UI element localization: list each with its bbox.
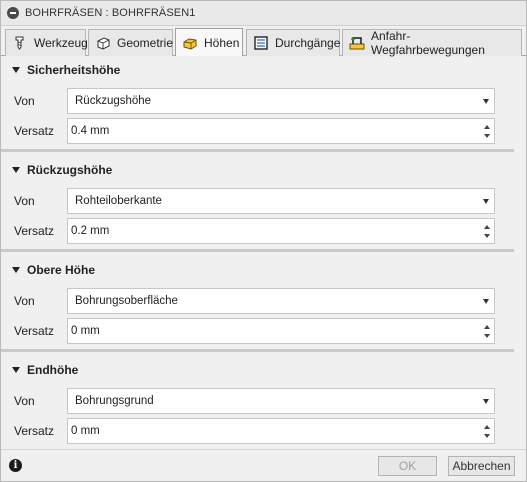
versatz-label: Versatz xyxy=(14,424,55,438)
input-value: 0.2 mm xyxy=(71,225,110,237)
tab-werkzeug[interactable]: Werkzeug xyxy=(5,29,88,56)
section-separator xyxy=(1,249,514,252)
tab-geometrie[interactable]: Geometrie xyxy=(88,29,173,56)
von-label: Von xyxy=(14,294,35,308)
endhoehe-versatz-input[interactable]: 0 mm xyxy=(67,418,495,444)
info-icon[interactable]: i xyxy=(9,459,22,472)
von-label: Von xyxy=(14,94,35,108)
tab-label: Durchgänge xyxy=(275,36,341,50)
tab-anfahr-wegfahrbewegungen[interactable]: Anfahr-Wegfahrbewegungen xyxy=(342,29,522,57)
select-value: Rückzugshöhe xyxy=(75,95,152,107)
spin-up-icon[interactable] xyxy=(484,225,490,229)
section-title: Obere Höhe xyxy=(27,263,96,277)
section-sicherheitshoehe-header[interactable]: Sicherheitshöhe xyxy=(1,59,526,81)
cancel-button[interactable]: Abbrechen xyxy=(448,456,515,476)
spin-buttons[interactable] xyxy=(480,319,494,343)
section-title: Endhöhe xyxy=(27,363,79,377)
spin-up-icon[interactable] xyxy=(484,325,490,329)
obere-hoehe-von-select[interactable]: Bohrungsoberfläche xyxy=(67,288,495,314)
sicherheitshoehe-versatz-input[interactable]: 0.4 mm xyxy=(67,118,495,144)
dropdown-arrow-icon[interactable] xyxy=(483,299,489,304)
expand-triangle-icon[interactable] xyxy=(12,67,20,73)
dropdown-arrow-icon[interactable] xyxy=(483,99,489,104)
section-separator xyxy=(1,149,514,152)
section-title: Sicherheitshöhe xyxy=(27,63,121,77)
linking-icon xyxy=(349,35,365,51)
dropdown-arrow-icon[interactable] xyxy=(483,399,489,404)
geometry-cube-icon xyxy=(95,35,111,51)
scrollbar-track[interactable] xyxy=(514,57,526,448)
tab-label: Anfahr-Wegfahrbewegungen xyxy=(371,29,485,57)
input-value: 0 mm xyxy=(71,325,100,337)
versatz-label: Versatz xyxy=(14,324,55,338)
von-label: Von xyxy=(14,194,35,208)
select-value: Bohrungsoberfläche xyxy=(75,295,178,307)
dialog-titlebar[interactable]: BOHRFRÄSEN : BOHRFRÄSEN1 xyxy=(1,1,526,26)
operation-dialog: BOHRFRÄSEN : BOHRFRÄSEN1 Werkzeug Geomet… xyxy=(0,0,527,482)
spin-up-icon[interactable] xyxy=(484,125,490,129)
versatz-label: Versatz xyxy=(14,124,55,138)
spin-buttons[interactable] xyxy=(480,419,494,443)
tab-label: Höhen xyxy=(204,35,240,50)
section-title: Rückzugshöhe xyxy=(27,163,113,177)
section-endhoehe-header[interactable]: Endhöhe xyxy=(1,359,526,381)
tab-bar: Werkzeug Geometrie Höhen Durchgänge Anfa… xyxy=(1,26,526,57)
section-rueckzugshoehe-header[interactable]: Rückzugshöhe xyxy=(1,159,526,181)
rueckzugshoehe-von-select[interactable]: Rohteiloberkante xyxy=(67,188,495,214)
collapse-icon[interactable] xyxy=(7,6,19,19)
von-label: Von xyxy=(14,394,35,408)
input-value: 0.4 mm xyxy=(71,125,110,137)
versatz-label: Versatz xyxy=(14,224,55,238)
section-separator xyxy=(1,349,514,352)
endhoehe-von-select[interactable]: Bohrungsgrund xyxy=(67,388,495,414)
tab-durchgaenge[interactable]: Durchgänge xyxy=(246,29,340,56)
obere-hoehe-versatz-input[interactable]: 0 mm xyxy=(67,318,495,344)
expand-triangle-icon[interactable] xyxy=(12,367,20,373)
spin-down-icon[interactable] xyxy=(484,434,490,438)
input-value: 0 mm xyxy=(71,425,100,437)
expand-triangle-icon[interactable] xyxy=(12,167,20,173)
tab-label: Geometrie xyxy=(117,36,174,50)
dialog-footer: i OK Abbrechen xyxy=(1,449,526,481)
tab-hoehen[interactable]: Höhen xyxy=(175,28,243,56)
drill-tool-icon xyxy=(12,35,28,51)
rueckzugshoehe-versatz-input[interactable]: 0.2 mm xyxy=(67,218,495,244)
spin-down-icon[interactable] xyxy=(484,234,490,238)
sicherheitshoehe-von-select[interactable]: Rückzugshöhe xyxy=(67,88,495,114)
spin-down-icon[interactable] xyxy=(484,334,490,338)
heights-block-icon xyxy=(182,35,198,51)
spin-down-icon[interactable] xyxy=(484,134,490,138)
tab-label: Werkzeug xyxy=(34,36,88,50)
spin-buttons[interactable] xyxy=(480,119,494,143)
section-obere-hoehe-header[interactable]: Obere Höhe xyxy=(1,259,526,281)
spin-buttons[interactable] xyxy=(480,219,494,243)
select-value: Rohteiloberkante xyxy=(75,195,162,207)
expand-triangle-icon[interactable] xyxy=(12,267,20,273)
dialog-title: BOHRFRÄSEN : BOHRFRÄSEN1 xyxy=(25,7,196,19)
dropdown-arrow-icon[interactable] xyxy=(483,199,489,204)
spin-up-icon[interactable] xyxy=(484,425,490,429)
ok-button[interactable]: OK xyxy=(378,456,437,476)
select-value: Bohrungsgrund xyxy=(75,395,154,407)
passes-icon xyxy=(253,35,269,51)
